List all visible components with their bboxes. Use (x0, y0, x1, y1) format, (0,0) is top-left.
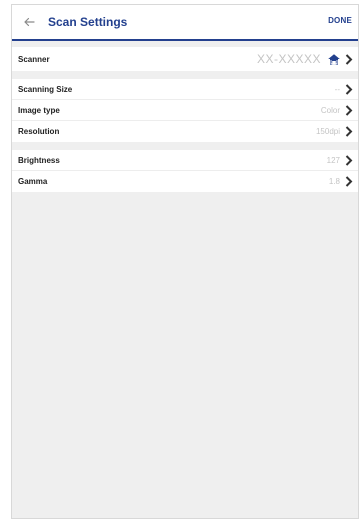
scanning-size-row[interactable]: Scanning Size -- (12, 79, 358, 100)
chevron-right-icon (344, 154, 354, 166)
resolution-label: Resolution (18, 127, 60, 136)
scanner-section: Scanner XX-XXXXX (12, 47, 358, 71)
brightness-row[interactable]: Brightness 127 (12, 150, 358, 171)
gamma-label: Gamma (18, 177, 48, 186)
scan-settings-screen: Scan Settings DONE Scanner XX-XXXXX Scan… (11, 4, 359, 519)
gamma-row[interactable]: Gamma 1.8 (12, 171, 358, 192)
gamma-value: 1.8 (328, 177, 340, 186)
app-bar: Scan Settings DONE (12, 5, 358, 41)
scan-options-section: Scanning Size -- Image type Color Resolu… (12, 79, 358, 142)
scanner-value: XX-XXXXX (256, 52, 321, 66)
scanner-row[interactable]: Scanner XX-XXXXX (12, 47, 358, 71)
chevron-right-icon (344, 176, 354, 188)
image-type-value: Color (320, 105, 340, 115)
chevron-right-icon (344, 126, 354, 138)
scanner-label: Scanner (18, 54, 50, 64)
divider (12, 71, 358, 79)
home-icon (327, 52, 341, 66)
image-type-label: Image type (18, 105, 60, 115)
chevron-right-icon (344, 53, 354, 65)
back-button[interactable] (12, 5, 46, 39)
chevron-right-icon (344, 104, 354, 116)
scanning-size-value: -- (334, 84, 340, 94)
resolution-row[interactable]: Resolution 150dpi (12, 121, 358, 142)
chevron-right-icon (344, 83, 354, 95)
arrow-left-icon (24, 17, 35, 27)
image-type-row[interactable]: Image type Color (12, 100, 358, 121)
adjustments-section: Brightness 127 Gamma 1.8 (12, 150, 358, 192)
page-title: Scan Settings (48, 15, 128, 29)
resolution-value: 150dpi (315, 127, 340, 136)
divider (12, 142, 358, 150)
brightness-value: 127 (326, 155, 340, 165)
brightness-label: Brightness (18, 155, 60, 165)
scanning-size-label: Scanning Size (18, 84, 73, 94)
done-button[interactable]: DONE (328, 16, 352, 25)
